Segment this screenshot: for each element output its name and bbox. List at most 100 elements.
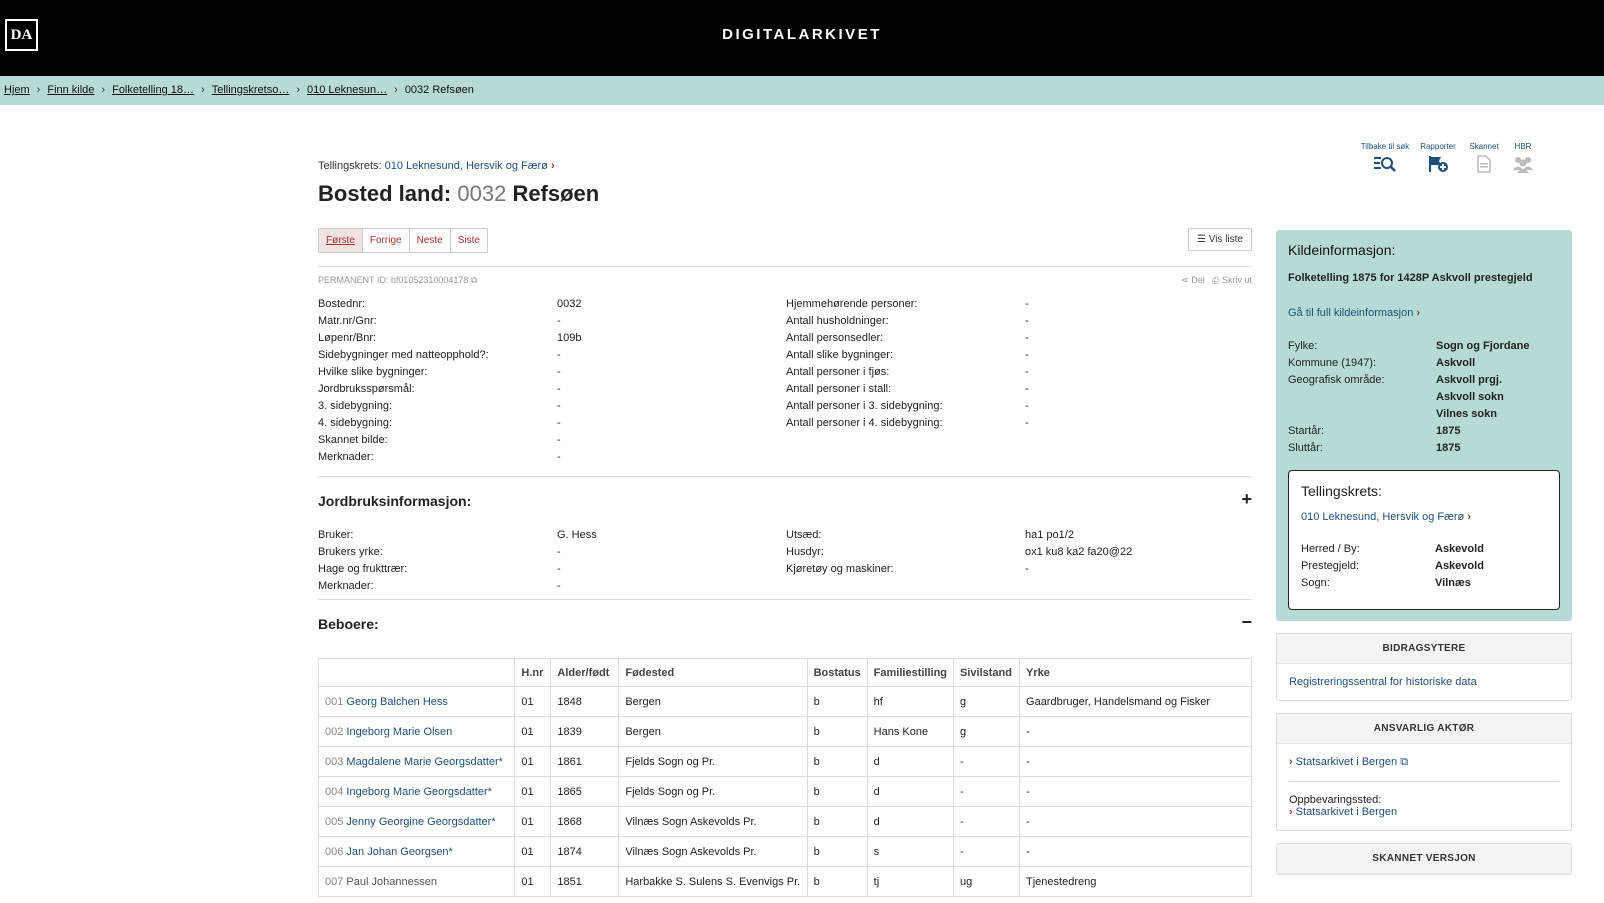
detail-row: Fylke: Sogn og Fjordane [1288,338,1560,355]
born-cell: 1851 [550,866,620,897]
detail-label: Kjøretøy og maskiner: [786,563,894,575]
detail-label: Hage og frukttrær: [318,563,408,575]
tellingskrets-line: Tellingskrets: 010 Leknesund, Hersvik og… [318,160,1252,172]
bostatus-cell: b [806,686,868,717]
breadcrumb-link[interactable]: Hjem [4,84,30,96]
person-name-link[interactable]: Jan Johan Georgsen* [346,846,452,858]
detail-row: Antall personer i 4. sidebygning: - [786,415,1225,432]
detail-label: Skannet bilde: [318,434,388,446]
detail-value: - [1025,383,1029,395]
person-number: 001 [325,695,344,708]
detail-row: Matr.nr/Gnr: - [318,313,757,330]
detail-row: Merknader: - [318,449,757,466]
person-cell: 006 Jan Johan Georgsen* [317,836,516,867]
birthplace-cell: Bergen [618,716,808,747]
expand-plus-icon[interactable]: + [1241,489,1252,510]
person-cell: 003 Magdalene Marie Georgsdatter* [317,746,516,777]
bostatus-cell: b [806,716,868,747]
breadcrumb-link[interactable]: 010 Leknesun… [307,84,387,96]
detail-row: Sidebygninger med natteopphold?: - [318,347,757,364]
detail-label: Sidebygninger med natteopphold?: [318,349,489,361]
bidragsyter-link[interactable]: Registreringssentral for historiske data [1289,676,1477,688]
breadcrumb-link[interactable]: Folketelling 18… [112,84,194,96]
detail-row: Bostednr: 0032 [318,296,757,313]
tellingskrets-box: Tellingskrets: 010 Leknesund, Hersvik og… [1288,470,1560,610]
tk-heading: Tellingskrets: [1301,483,1382,499]
person-name-link[interactable]: Ingeborg Marie Georgsdatter* [346,786,492,798]
hbr-button[interactable]: HBR [1508,142,1538,178]
jordbruk-section-header[interactable]: Jordbruksinformasjon: + [318,476,1252,509]
person-number: 006 [325,845,344,858]
detail-row: Brukers yrke: - [318,544,757,561]
kilde-grid: Fylke: Sogn og Fjordane Kommune (1947): Ask… [1288,338,1560,457]
page-title: Bosted land: 0032 Refsøen [318,181,1252,207]
pager-first-button[interactable]: Første [319,229,363,252]
column-header: Fødested [618,658,808,687]
breadcrumb-link[interactable]: Tellingskretso… [212,84,290,96]
copy-icon[interactable]: ⧉ [471,275,477,285]
pager-last-button[interactable]: Siste [451,229,487,252]
flag-plus-icon [1418,155,1458,178]
civil-cell: - [953,776,1021,807]
tk-link[interactable]: 010 Leknesund, Hersvik og Færø › [1301,511,1547,523]
detail-row: Herred / By: Askevold [1301,541,1547,558]
chevron-right-icon: › [1289,806,1293,818]
person-name-link[interactable]: Ingeborg Marie Olsen [346,726,452,738]
jordbruk-heading: Jordbruksinformasjon: [318,493,472,509]
report-button[interactable]: Rapporter [1418,142,1458,178]
pager-previous-button[interactable]: Forrige [363,229,410,252]
external-link-icon: ⧉ [1400,756,1409,768]
person-name-link[interactable]: Jenny Georgine Georgsdatter* [346,816,495,828]
civil-cell: - [953,746,1021,777]
brand-title[interactable]: DIGITALARKIVET [0,26,1604,43]
detail-value: - [557,580,561,592]
chevron-right-icon: › [1416,307,1421,319]
full-kildeinfo-label: Gå til full kildeinformasjon [1288,307,1414,319]
ansvarlig-link[interactable]: › Statsarkivet i Bergen ⧉ [1289,756,1559,769]
detail-value: - [1025,349,1029,361]
detail-label: Kommune (1947): [1288,357,1377,369]
detail-label: Fylke: [1288,340,1318,352]
scanned-button[interactable]: Skannet [1466,142,1502,178]
family-cell: tj [866,866,955,897]
detail-label: Prestegjeld: [1301,560,1360,572]
detail-label: Sogn: [1301,577,1330,589]
full-kildeinfo-link[interactable]: Gå til full kildeinformasjon › [1288,307,1560,319]
column-header: Bostatus [806,658,868,687]
person-name-link[interactable]: Magdalene Marie Georgsdatter* [346,756,503,768]
detail-label: Bruker: [318,529,354,541]
share-button[interactable]: ⋖ Del [1181,275,1205,285]
detail-row: Antall personer i fjøs: - [786,364,1225,381]
detail-label: Merknader: [318,451,374,463]
oppbevaringssted-link[interactable]: › Statsarkivet i Bergen [1289,806,1559,818]
print-button[interactable]: ⎙ Skriv ut [1212,275,1252,285]
tellingskrets-link[interactable]: 010 Leknesund, Hersvik og Færø [385,160,548,172]
detail-value: - [1025,315,1029,327]
pager-next-button[interactable]: Neste [410,229,451,252]
detail-value: 1875 [1436,442,1461,454]
vis-liste-button[interactable]: ☰ Vis liste [1187,228,1252,251]
column-header: Alder/født [550,658,620,687]
permanent-id-row: PERMANENT ID: bf01052310004178 ⧉ ⋖ Del ⎙… [318,266,1252,286]
detail-value: - [557,546,561,558]
person-cell: 001 Georg Balchen Hess [317,686,516,717]
back-to-search-button[interactable]: Tilbake til søk [1355,142,1415,178]
detail-value: ha1 po1/2 [1025,529,1074,541]
civil-cell: - [953,806,1021,837]
person-number: 002 [325,725,344,738]
breadcrumb-chevron-icon: › [101,84,106,96]
share-icon: ⋖ [1181,275,1189,285]
collapse-minus-icon[interactable]: − [1241,612,1252,633]
breadcrumb-link[interactable]: Finn kilde [47,84,94,96]
chevron-right-icon: › [1467,511,1471,523]
person-name-link[interactable]: Georg Balchen Hess [346,696,448,708]
hnr-cell: 01 [514,746,552,777]
detail-label: 4. sidebygning: [318,417,392,429]
detail-value: - [1025,563,1029,575]
person-name-link[interactable]: Paul Johannessen [346,876,437,888]
born-cell: 1861 [550,746,620,777]
detail-row: Hage og frukttrær: - [318,561,757,578]
occupation-cell: - [1019,806,1252,837]
detail-label: Sluttår: [1288,442,1323,454]
beboere-section-header[interactable]: Beboere: − [318,599,1252,632]
